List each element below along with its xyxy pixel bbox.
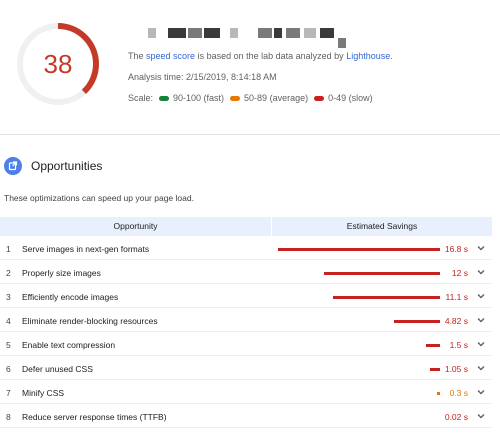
opportunity-label: Reduce server response times (TTFB) [22, 412, 167, 422]
savings-value: 1.05 s [444, 364, 468, 374]
opportunity-row[interactable]: 1 Serve images in next-gen formats 16.8 s [0, 236, 492, 260]
fast-legend-icon [159, 95, 170, 101]
opportunity-number: 1 [6, 244, 11, 254]
score-info: The speed score is based on the lab data… [128, 50, 393, 113]
score-gauge: 38 [14, 20, 102, 108]
opportunities-icon [4, 157, 22, 175]
savings-bar [278, 248, 440, 251]
savings-bar [426, 344, 440, 347]
opportunity-row[interactable]: 3 Efficiently encode images 11.1 s [0, 284, 492, 308]
chevron-down-icon[interactable] [476, 339, 486, 349]
savings-bar [437, 392, 440, 395]
opportunity-number: 4 [6, 316, 11, 326]
opportunities-description: These optimizations can speed up your pa… [4, 193, 194, 203]
savings-bar [333, 296, 440, 299]
scale-fast: 90-100 (fast) [173, 93, 225, 103]
chevron-down-icon[interactable] [476, 315, 486, 325]
scale-slow: 0-49 (slow) [328, 93, 373, 103]
chevron-down-icon[interactable] [476, 363, 486, 373]
average-legend-icon [230, 95, 241, 101]
opportunities-header: Opportunities [4, 157, 102, 175]
opportunity-number: 8 [6, 412, 11, 422]
table-header: Opportunity Estimated Savings [0, 217, 492, 236]
chevron-down-icon[interactable] [476, 267, 486, 277]
savings-bar [324, 272, 440, 275]
opportunity-row[interactable]: 5 Enable text compression 1.5 s [0, 332, 492, 356]
section-divider [0, 134, 500, 135]
opportunity-number: 2 [6, 268, 11, 278]
column-estimated-savings: Estimated Savings [346, 221, 418, 231]
chevron-down-icon[interactable] [476, 291, 486, 301]
chevron-down-icon[interactable] [476, 387, 486, 397]
opportunity-row[interactable]: 6 Defer unused CSS 1.05 s [0, 356, 492, 380]
savings-value: 0.02 s [444, 412, 468, 422]
opportunity-label: Efficiently encode images [22, 292, 119, 302]
speed-score-note: The speed score is based on the lab data… [128, 50, 393, 62]
savings-value: 12 s [451, 268, 468, 278]
opportunities-title: Opportunities [31, 159, 103, 173]
chevron-down-icon[interactable] [476, 243, 486, 253]
opportunity-label: Enable text compression [22, 340, 116, 350]
redacted-url [148, 28, 358, 48]
opportunity-label: Defer unused CSS [22, 364, 93, 374]
savings-value: 4.82 s [444, 316, 468, 326]
opportunity-row[interactable]: 2 Properly size images 12 s [0, 260, 492, 284]
analysis-time: Analysis time: 2/15/2019, 8:14:18 AM [128, 72, 277, 82]
opportunity-number: 3 [6, 292, 11, 302]
column-opportunity: Opportunity [0, 217, 272, 236]
lighthouse-link[interactable]: Lighthouse [346, 50, 390, 62]
opportunity-rows: 1 Serve images in next-gen formats 16.8 s 2… [0, 236, 492, 428]
opportunity-label: Properly size images [22, 268, 101, 278]
opportunity-row[interactable]: 8 Reduce server response times (TTFB) 0.02… [0, 404, 492, 428]
opportunity-number: 5 [6, 340, 11, 350]
opportunity-number: 7 [6, 388, 11, 398]
savings-bar [430, 368, 440, 371]
opportunity-label: Minify CSS [22, 388, 65, 398]
savings-value: 1.5 s [449, 340, 468, 350]
opportunity-label: Serve images in next-gen formats [22, 244, 150, 254]
opportunity-row[interactable]: 7 Minify CSS 0.3 s [0, 380, 492, 404]
opportunities-table: Opportunity Estimated Savings 1 Serve ima… [0, 217, 492, 428]
savings-value: 0.3 s [449, 388, 468, 398]
opportunity-label: Eliminate render-blocking resources [22, 316, 158, 326]
savings-value: 16.8 s [444, 244, 468, 254]
speed-score-link[interactable]: speed score [146, 50, 195, 62]
chevron-down-icon[interactable] [476, 411, 486, 421]
savings-bar [394, 320, 440, 323]
opportunity-row[interactable]: 4 Eliminate render-blocking resources 4.82… [0, 308, 492, 332]
slow-legend-icon [314, 95, 325, 101]
savings-value: 11.1 s [445, 292, 468, 302]
score-scale: Scale: 90-100 (fast) 50-89 (average) 0-4… [128, 93, 373, 103]
scale-average: 50-89 (average) [244, 93, 309, 103]
opportunity-number: 6 [6, 364, 11, 374]
score-value: 38 [43, 48, 73, 79]
